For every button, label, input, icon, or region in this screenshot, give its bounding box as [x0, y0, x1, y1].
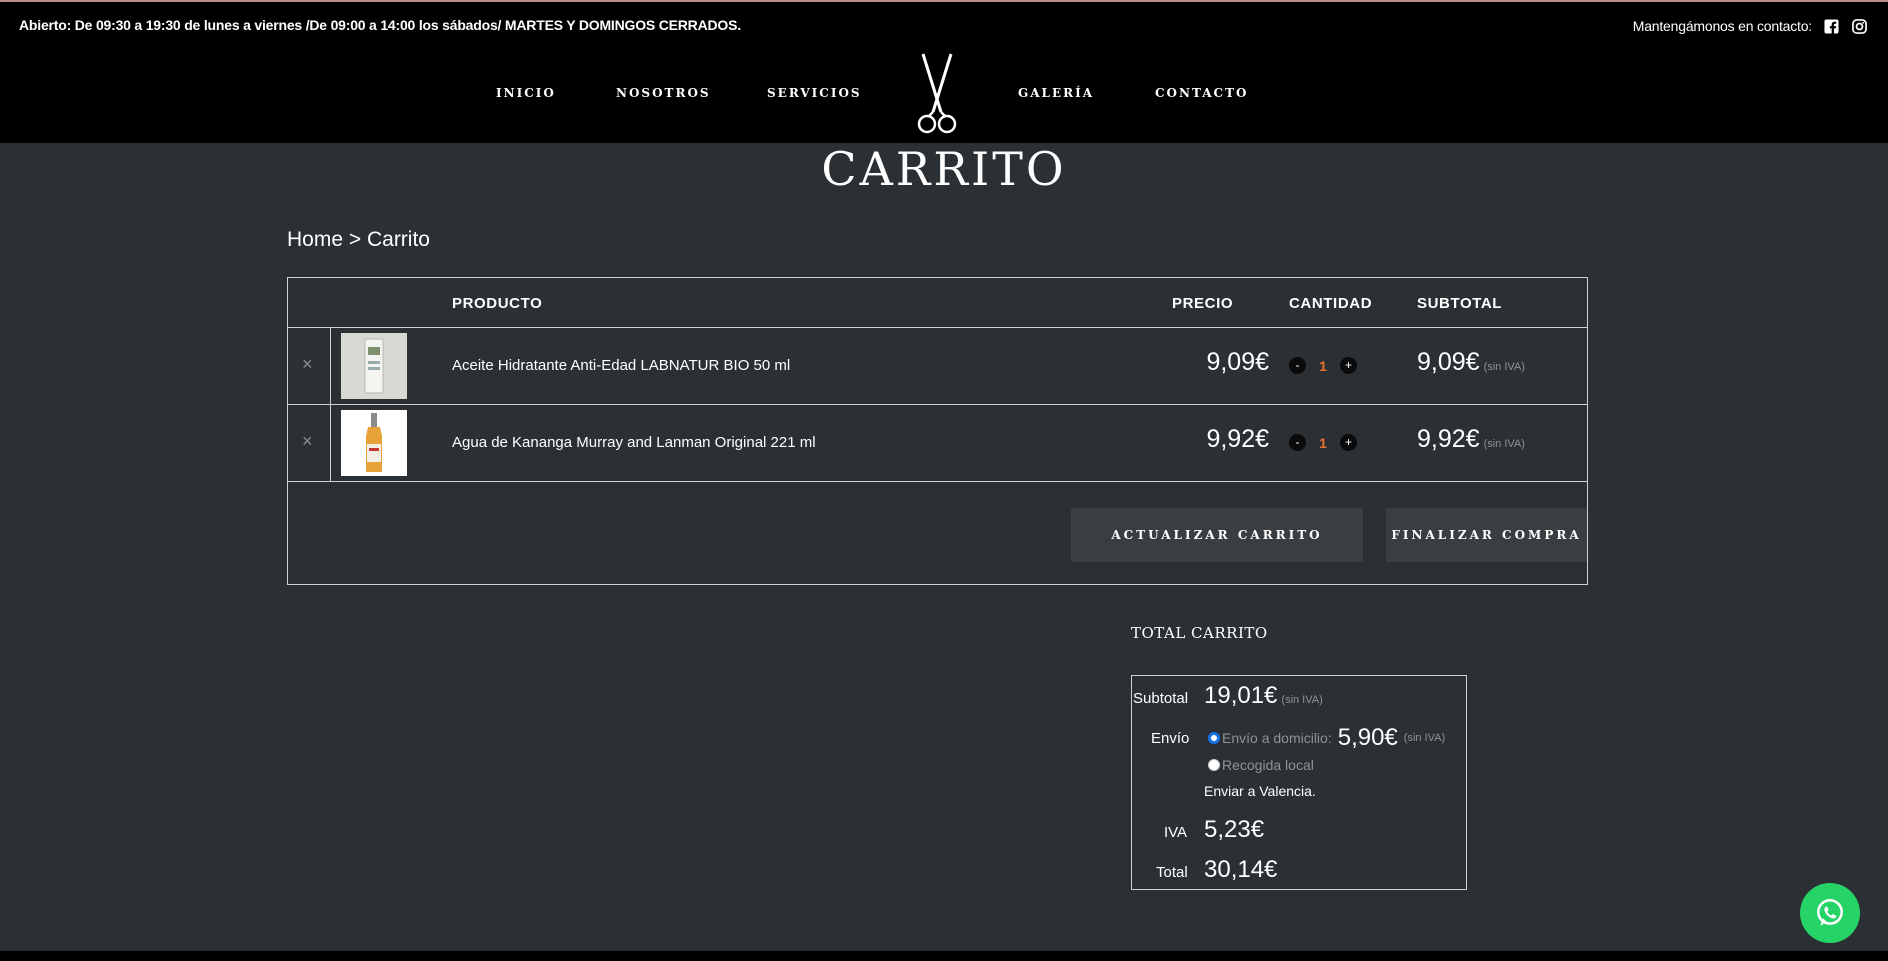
- table-row: × Aceite Hidratante Anti-Edad LABNATUR B…: [288, 327, 1587, 404]
- site-header: Abierto: De 09:30 a 19:30 de lunes a vie…: [0, 0, 1888, 143]
- contact-bar: Mantengámonos en contacto:: [1633, 17, 1868, 35]
- remove-item-button[interactable]: ×: [302, 354, 313, 375]
- product-name-link[interactable]: Agua de Kananga Murray and Lanman Origin…: [452, 434, 816, 451]
- decrease-qty-button[interactable]: -: [1289, 357, 1306, 374]
- subtotal-label: Subtotal: [1133, 690, 1189, 707]
- cart-totals-table: Subtotal 19,01€ (sin IVA) Envío Envío a d…: [1131, 675, 1467, 890]
- subtotal-amount: 19,01€: [1204, 682, 1278, 709]
- table-row: × Agua de Kananga Murray and Lanman Orig…: [288, 404, 1587, 481]
- increase-qty-button[interactable]: +: [1340, 434, 1357, 451]
- row-subtotal-value: 9,92€: [1417, 425, 1480, 453]
- remove-cell: ×: [288, 405, 331, 481]
- iva-value: 5,23€: [1204, 816, 1265, 843]
- nav-nosotros[interactable]: NOSOTROS: [616, 86, 711, 100]
- col-quantity: CANTIDAD: [1289, 295, 1373, 312]
- remove-cell: ×: [288, 328, 331, 404]
- tax-note: (sin IVA): [1483, 361, 1525, 373]
- nav-servicios[interactable]: SERVICIOS: [767, 86, 862, 100]
- shipping-pickup-radio[interactable]: [1208, 759, 1220, 771]
- shipping-home-radio[interactable]: [1208, 732, 1220, 744]
- quantity-stepper: - 1 +: [1289, 357, 1357, 374]
- product-thumbnail[interactable]: [341, 410, 407, 476]
- nav-galeria[interactable]: GALERÍA: [1018, 86, 1094, 100]
- facebook-icon[interactable]: [1822, 17, 1840, 35]
- row-subtotal: 9,09€ (sin IVA): [1417, 348, 1525, 377]
- cart-actions: ACTUALIZAR CARRITO FINALIZAR COMPRA: [288, 481, 1587, 584]
- product-price: 9,92€: [1206, 425, 1269, 453]
- product-price: 9,09€: [1206, 348, 1269, 376]
- shipping-label: Envío: [1151, 730, 1190, 747]
- increase-qty-button[interactable]: +: [1340, 357, 1357, 374]
- breadcrumb-separator: >: [343, 228, 367, 251]
- footer-bar: [0, 951, 1888, 961]
- total-value: 30,14€: [1204, 856, 1278, 883]
- col-price: PRECIO: [1172, 295, 1234, 312]
- tax-note: (sin IVA): [1403, 732, 1446, 744]
- total-label: Total: [1156, 864, 1188, 881]
- quantity-value[interactable]: 1: [1318, 358, 1328, 374]
- whatsapp-icon: [1817, 898, 1843, 926]
- decrease-qty-button[interactable]: -: [1289, 434, 1306, 451]
- product-thumbnail[interactable]: [341, 333, 407, 399]
- shipping-pickup-label: Recogida local: [1222, 757, 1314, 773]
- quantity-value[interactable]: 1: [1318, 435, 1328, 451]
- opening-hours: Abierto: De 09:30 a 19:30 de lunes a vie…: [19, 17, 741, 33]
- shipping-option-pickup[interactable]: Recogida local: [1208, 757, 1314, 773]
- iva-label: IVA: [1164, 824, 1188, 841]
- tax-note: (sin IVA): [1281, 694, 1323, 706]
- shipping-home-label: Envío a domicilio:: [1222, 730, 1332, 746]
- update-cart-button[interactable]: ACTUALIZAR CARRITO: [1071, 508, 1363, 562]
- cart-table: PRODUCTO PRECIO CANTIDAD SUBTOTAL × Acei…: [287, 277, 1588, 585]
- tax-note: (sin IVA): [1483, 438, 1525, 450]
- instagram-icon[interactable]: [1850, 17, 1868, 35]
- subtotal-value: 19,01€ (sin IVA): [1204, 682, 1323, 710]
- product-name-link[interactable]: Aceite Hidratante Anti-Edad LABNATUR BIO…: [452, 357, 790, 374]
- quantity-stepper: - 1 +: [1289, 434, 1357, 451]
- nav-contacto[interactable]: CONTACTO: [1155, 86, 1249, 100]
- cart-totals-title: TOTAL CARRITO: [1131, 624, 1268, 642]
- breadcrumb-current: Carrito: [366, 228, 430, 251]
- breadcrumb-home[interactable]: Home: [287, 228, 343, 251]
- col-product: PRODUCTO: [452, 295, 543, 312]
- breadcrumb: Home > Carrito: [287, 228, 430, 252]
- row-subtotal: 9,92€ (sin IVA): [1417, 425, 1525, 454]
- scissors-icon[interactable]: [905, 50, 969, 140]
- col-subtotal: SUBTOTAL: [1417, 295, 1503, 312]
- remove-item-button[interactable]: ×: [302, 431, 313, 452]
- whatsapp-button[interactable]: [1800, 883, 1860, 943]
- nav-inicio[interactable]: INICIO: [496, 86, 556, 100]
- page-title: CARRITO: [821, 142, 1067, 196]
- shipping-option-home[interactable]: Envío a domicilio: 5,90€ (sin IVA): [1208, 724, 1445, 752]
- shipping-home-value: 5,90€: [1337, 724, 1398, 751]
- contact-label: Mantengámonos en contacto:: [1632, 18, 1812, 34]
- main-nav: INICIO NOSOTROS SERVICIOS GALERÍA CONTAC…: [0, 42, 1888, 142]
- row-subtotal-value: 9,09€: [1417, 348, 1480, 376]
- ship-to-text: Enviar a Valencia.: [1204, 783, 1316, 799]
- checkout-button[interactable]: FINALIZAR COMPRA: [1386, 508, 1587, 562]
